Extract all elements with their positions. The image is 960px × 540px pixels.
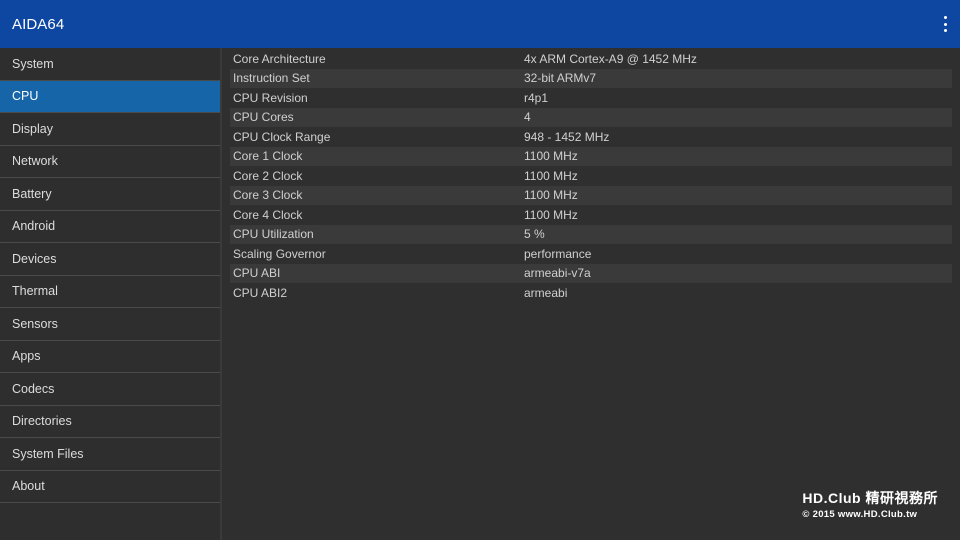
menu-dot: [943, 16, 947, 19]
table-row: Core 4 Clock 1100 MHz: [230, 205, 952, 225]
cpu-info-table: Core Architecture 4x ARM Cortex-A9 @ 145…: [230, 49, 952, 303]
row-value: 1100 MHz: [524, 207, 578, 222]
sidebar-item-thermal[interactable]: Thermal: [0, 276, 220, 308]
row-value: performance: [524, 246, 592, 261]
row-key: CPU ABI: [233, 266, 281, 281]
row-key: CPU Revision: [233, 90, 308, 105]
sidebar-item-label: CPU: [12, 89, 39, 104]
sidebar-item-devices[interactable]: Devices: [0, 243, 220, 276]
table-row: Instruction Set 32-bit ARMv7: [230, 68, 952, 88]
sidebar-item-display[interactable]: Display: [0, 113, 220, 146]
row-key: CPU Utilization: [233, 227, 314, 242]
app-title: AIDA64: [12, 15, 65, 33]
row-key: Core 3 Clock: [233, 188, 303, 203]
row-key: CPU Cores: [233, 110, 294, 125]
row-value: 1100 MHz: [524, 188, 578, 203]
row-value: 1100 MHz: [524, 149, 578, 164]
cpu-info-panel: Core Architecture 4x ARM Cortex-A9 @ 145…: [222, 48, 960, 540]
sidebar-item-label: Apps: [12, 349, 41, 364]
row-key: Core Architecture: [233, 51, 326, 66]
sidebar-item-label: Thermal: [12, 284, 58, 299]
row-value: 1100 MHz: [524, 168, 578, 183]
sidebar-item-android[interactable]: Android: [0, 211, 220, 243]
sidebar-item-label: Directories: [12, 414, 72, 429]
watermark-brand: HD.Club 精研視務所: [802, 490, 938, 506]
table-row: Core 2 Clock 1100 MHz: [230, 166, 952, 186]
sidebar-item-directories[interactable]: Directories: [0, 406, 220, 438]
sidebar-item-about[interactable]: About: [0, 471, 220, 503]
sidebar-item-label: Battery: [12, 186, 52, 201]
sidebar-item-codecs[interactable]: Codecs: [0, 373, 220, 406]
sidebar-item-system-files[interactable]: System Files: [0, 438, 220, 471]
row-value: armeabi: [524, 285, 568, 300]
sidebar-item-label: System: [12, 56, 54, 71]
row-value: 4: [524, 110, 531, 125]
table-row: Core 3 Clock 1100 MHz: [230, 185, 952, 205]
sidebar-item-label: Codecs: [12, 381, 55, 396]
row-key: Instruction Set: [233, 71, 310, 86]
row-value: r4p1: [524, 90, 549, 105]
watermark: HD.Club 精研視務所 © 2015 www.HD.Club.tw: [802, 488, 938, 520]
table-row: CPU ABI armeabi-v7a: [230, 263, 952, 283]
sidebar-item-system[interactable]: System: [0, 48, 220, 81]
row-key: CPU Clock Range: [233, 129, 331, 144]
watermark-copyright: © 2015 www.HD.Club.tw: [802, 509, 918, 520]
sidebar-item-apps[interactable]: Apps: [0, 341, 220, 373]
sidebar-item-label: Display: [12, 121, 53, 136]
row-value: 948 - 1452 MHz: [524, 129, 610, 144]
table-row: Core Architecture 4x ARM Cortex-A9 @ 145…: [230, 49, 952, 69]
app-window: AIDA64 System CPU Display Network Batter…: [0, 0, 960, 540]
table-row: CPU Utilization 5 %: [230, 224, 952, 244]
sidebar-item-network[interactable]: Network: [0, 146, 220, 178]
table-row: CPU ABI2 armeabi: [230, 283, 952, 303]
sidebar-item-label: Android: [12, 219, 56, 234]
sidebar-item-label: Network: [12, 154, 58, 169]
sidebar-item-label: Sensors: [12, 316, 58, 331]
table-row: CPU Revision r4p1: [230, 88, 952, 108]
sidebar-item-cpu[interactable]: CPU: [0, 80, 220, 113]
row-value: 4x ARM Cortex-A9 @ 1452 MHz: [524, 51, 697, 66]
sidebar-item-label: System Files: [12, 446, 84, 461]
row-key: Core 4 Clock: [233, 207, 303, 222]
row-value: 5 %: [524, 227, 545, 242]
table-row: Core 1 Clock 1100 MHz: [230, 146, 952, 166]
table-row: CPU Cores 4: [230, 107, 952, 127]
sidebar-nav: System CPU Display Network Battery Andro…: [0, 48, 222, 540]
menu-dot: [943, 22, 947, 26]
sidebar-item-battery[interactable]: Battery: [0, 178, 220, 211]
sidebar-item-label: Devices: [12, 251, 57, 266]
app-bar: AIDA64: [0, 0, 960, 48]
more-vert-icon[interactable]: [941, 16, 949, 32]
row-key: Scaling Governor: [233, 246, 326, 261]
row-value: armeabi-v7a: [524, 266, 591, 281]
table-row: CPU Clock Range 948 - 1452 MHz: [230, 127, 952, 147]
table-row: Scaling Governor performance: [230, 244, 952, 264]
row-key: Core 2 Clock: [233, 168, 303, 183]
row-value: 32-bit ARMv7: [524, 71, 597, 86]
menu-dot: [943, 29, 947, 32]
row-key: Core 1 Clock: [233, 149, 303, 164]
sidebar-item-label: About: [12, 479, 45, 494]
row-key: CPU ABI2: [233, 285, 288, 300]
sidebar-item-sensors[interactable]: Sensors: [0, 308, 220, 341]
